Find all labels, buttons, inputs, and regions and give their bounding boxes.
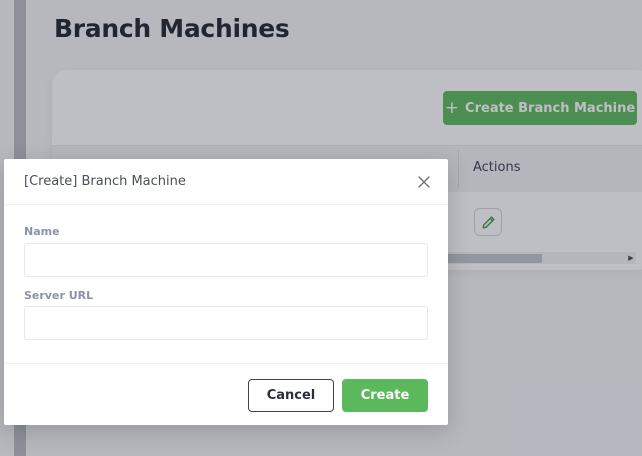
server-url-input[interactable] [24,306,428,340]
create-button[interactable]: Create [342,379,428,412]
name-label: Name [24,225,60,238]
create-branch-machine-modal: [Create] Branch Machine Name Server URL … [4,159,448,425]
server-url-label: Server URL [24,289,94,302]
name-input[interactable] [24,243,428,277]
modal-title: [Create] Branch Machine [24,174,186,189]
modal-header: [Create] Branch Machine [4,159,448,205]
close-button[interactable] [414,172,434,192]
close-icon [418,176,430,188]
cancel-button[interactable]: Cancel [248,379,334,412]
